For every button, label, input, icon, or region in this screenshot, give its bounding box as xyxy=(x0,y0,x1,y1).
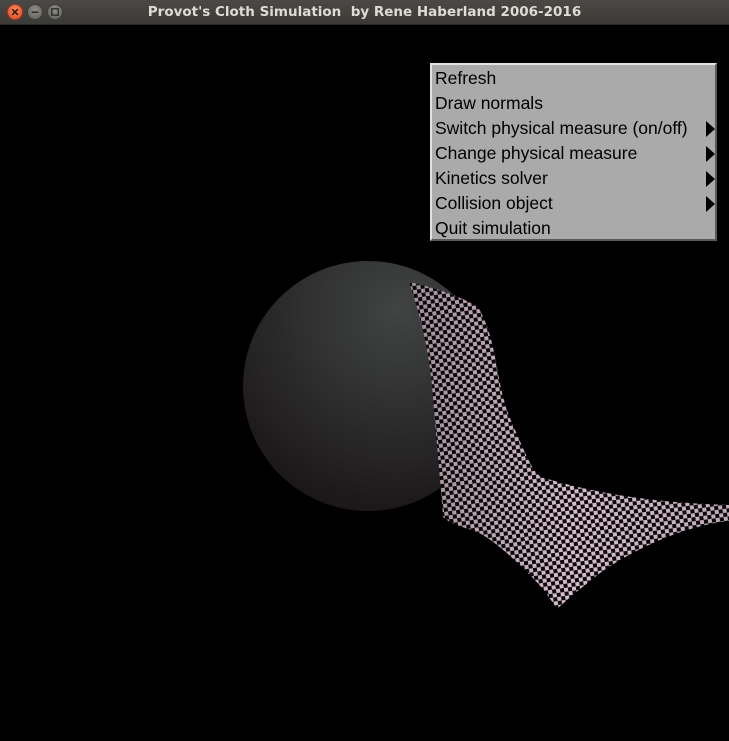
menu-item-quit-simulation[interactable]: Quit simulation xyxy=(432,216,715,241)
submenu-arrow-icon xyxy=(706,196,715,212)
app-window: Provot's Cloth Simulation by Rene Haberl… xyxy=(0,0,729,741)
menu-item-kinetics-solver[interactable]: Kinetics solver xyxy=(432,166,715,191)
menu-item-label: Kinetics solver xyxy=(435,168,548,188)
title-bar[interactable]: Provot's Cloth Simulation by Rene Haberl… xyxy=(0,0,729,25)
menu-item-label: Switch physical measure (on/off) xyxy=(435,118,688,138)
context-menu: Refresh Draw normals Switch physical mea… xyxy=(430,63,717,241)
menu-item-switch-physical-measure[interactable]: Switch physical measure (on/off) xyxy=(432,116,715,141)
window-title: Provot's Cloth Simulation by Rene Haberl… xyxy=(147,4,582,20)
menu-item-label: Collision object xyxy=(435,193,553,213)
menu-item-collision-object[interactable]: Collision object xyxy=(432,191,715,216)
submenu-arrow-icon xyxy=(706,171,715,187)
menu-item-label: Quit simulation xyxy=(435,218,551,238)
menu-item-label: Refresh xyxy=(435,68,497,88)
submenu-arrow-icon xyxy=(706,146,715,162)
menu-item-label: Change physical measure xyxy=(435,143,638,163)
cloth-shading xyxy=(409,282,729,609)
menu-item-label: Draw normals xyxy=(435,93,543,113)
menu-item-change-physical-measure[interactable]: Change physical measure xyxy=(432,141,715,166)
menu-item-refresh[interactable]: Refresh xyxy=(432,66,715,91)
menu-item-draw-normals[interactable]: Draw normals xyxy=(432,91,715,116)
submenu-arrow-icon xyxy=(706,121,715,137)
